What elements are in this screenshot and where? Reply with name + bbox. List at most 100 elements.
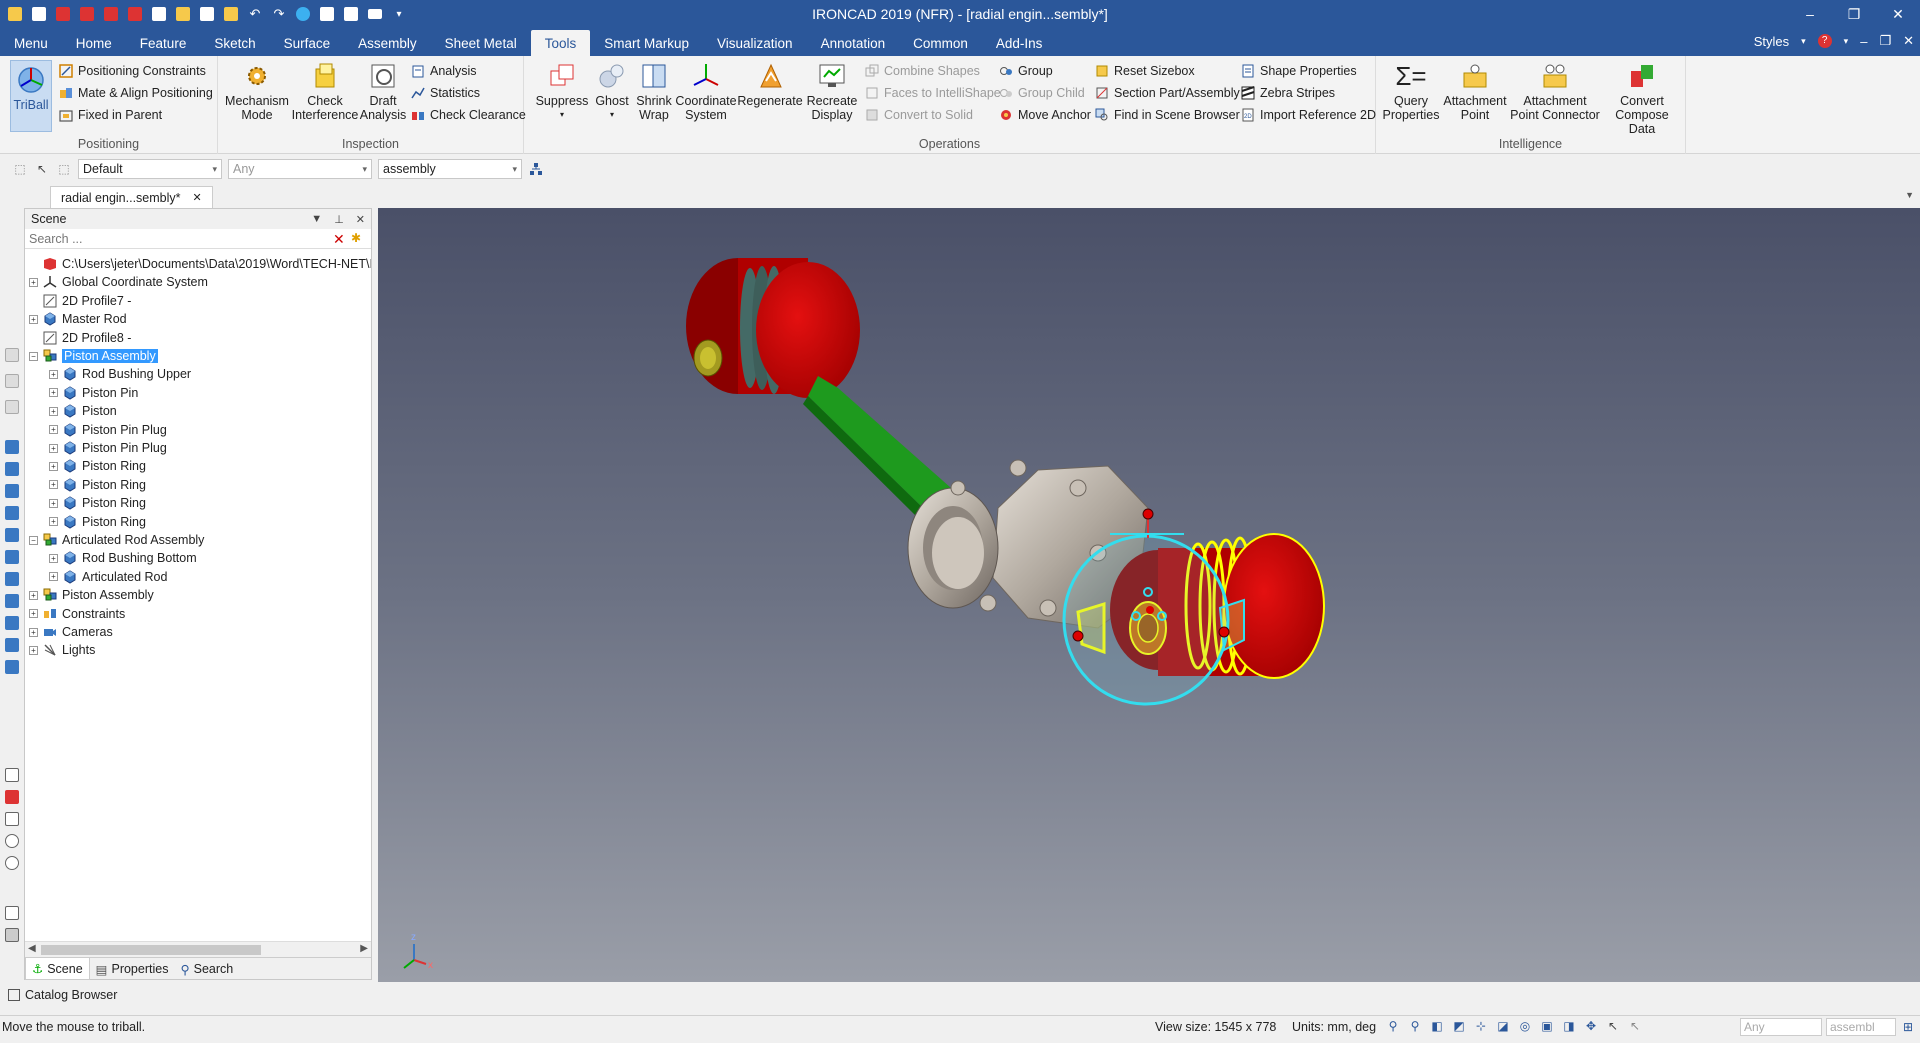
strip-view7-icon[interactable] [5,572,19,586]
status-hierarchy-icon[interactable]: ⊞ [1900,1019,1916,1035]
status-filter-combo[interactable]: Any [1740,1018,1822,1036]
tab-menu[interactable]: Menu [0,30,62,56]
tree-node[interactable]: + Piston Assembly [29,586,154,604]
doc-minimize-icon[interactable]: – [1860,34,1867,49]
layout-icon[interactable] [340,3,362,25]
tab-annotation[interactable]: Annotation [807,30,900,56]
doc-close-icon[interactable]: ✕ [1903,33,1914,49]
open-icon[interactable] [172,3,194,25]
tree-expand-icon[interactable]: + [49,480,58,490]
ghost-button[interactable]: Ghost ▾ [592,60,632,122]
tree-expand-icon[interactable]: + [49,369,58,379]
tree-expand-icon[interactable]: + [29,645,38,655]
level-combo[interactable]: assembly ▾ [378,159,522,179]
tree-node[interactable]: + Rod Bushing Bottom [49,549,197,567]
check-clearance-button[interactable]: Check Clearance [410,105,526,125]
select-filter-icon[interactable]: ⬚ [12,161,28,177]
tree-node[interactable]: + Lights [29,641,95,659]
zoom-icon[interactable]: ⚲ [1407,1018,1423,1034]
strip-view8-icon[interactable] [5,594,19,608]
panel-tab-scene[interactable]: ⚓ Scene [25,958,90,980]
strip-line-icon[interactable] [5,906,19,920]
strip-measure-icon[interactable] [5,768,19,782]
coordinate-system-button[interactable]: Coordinate System [675,60,737,122]
strip-triangle-icon[interactable] [5,812,19,826]
view-menu-icon[interactable] [364,3,386,25]
restore-button[interactable]: ❐ [1832,0,1876,28]
strip-view11-icon[interactable] [5,660,19,674]
tab-sketch[interactable]: Sketch [200,30,269,56]
pan-icon[interactable]: ✥ [1583,1018,1599,1034]
panel-dropdown-icon[interactable]: ▼ [311,213,322,226]
pointer-icon[interactable]: ↖ [34,161,50,177]
hierarchy-icon[interactable] [528,161,544,177]
styles-dropdown[interactable]: Styles [1754,34,1789,49]
tree-node[interactable]: + Constraints [29,605,125,623]
tree-node[interactable]: + Piston Ring [49,513,146,531]
new-drawing-icon[interactable] [76,3,98,25]
doc-tabs-menu-icon[interactable]: ▼ [1905,190,1914,200]
tree-expand-icon[interactable]: + [49,443,58,453]
import-reference-button[interactable]: 2D Import Reference 2D [1240,105,1376,125]
query-properties-button[interactable]: Σ= Query Properties [1380,60,1442,122]
tree-node[interactable]: + Piston Ring [49,494,146,512]
tree-node[interactable]: + Global Coordinate System [29,273,208,291]
new-part-icon[interactable] [52,3,74,25]
section-view-icon[interactable]: ◪ [1495,1018,1511,1034]
tab-sheet-metal[interactable]: Sheet Metal [431,30,531,56]
strip-view10-icon[interactable] [5,638,19,652]
tree-node[interactable]: 2D Profile7 - [29,292,131,310]
tree-node[interactable]: + Articulated Rod [49,568,167,586]
group-child-button[interactable]: Group Child [998,83,1085,103]
tree-node[interactable]: + Piston Ring [49,476,146,494]
filter-combo[interactable]: Any ▾ [228,159,372,179]
help-icon[interactable]: ? [1817,34,1832,48]
upper-piston[interactable] [686,258,860,398]
tree-node[interactable]: + Piston Pin Plug [49,421,167,439]
minimize-button[interactable]: – [1788,0,1832,28]
tree-collapse-icon[interactable]: − [29,351,38,361]
strip-rotate-icon[interactable] [5,856,19,870]
document-tab-close-icon[interactable]: ✕ [193,191,202,204]
scroll-thumb[interactable] [41,945,261,955]
ribbon-options-icon[interactable]: ▾ [1844,36,1849,47]
tree-node[interactable]: + Piston Ring [49,457,146,475]
tree-expand-icon[interactable]: + [29,590,38,600]
faces-to-intellishape-button[interactable]: Faces to IntelliShape [864,83,1001,103]
strip-ruler-icon[interactable] [5,928,19,942]
tab-smart-markup[interactable]: Smart Markup [590,30,703,56]
tab-add-ins[interactable]: Add-Ins [982,30,1057,56]
scene-search-box[interactable]: Search ... ✕ ✱ [25,229,371,249]
tree-node[interactable]: + Piston [49,402,117,420]
tree-node[interactable]: + Master Rod [29,310,127,328]
tab-surface[interactable]: Surface [270,30,345,56]
group-button[interactable]: Group [998,61,1053,81]
tab-common[interactable]: Common [899,30,982,56]
convert-to-solid-button[interactable]: Convert to Solid [864,105,973,125]
regenerate-button[interactable]: Regenerate [737,60,803,108]
customize-qat-icon[interactable]: ▾ [388,3,410,25]
shape-properties-button[interactable]: Shape Properties [1240,61,1357,81]
new-sheet-icon[interactable] [124,3,146,25]
tree-expand-icon[interactable]: + [29,314,38,324]
close-button[interactable]: ✕ [1876,0,1920,28]
catalog-browser-toggle[interactable]: Catalog Browser [0,985,380,1005]
strip-view9-icon[interactable] [5,616,19,630]
strip-view2-icon[interactable] [5,462,19,476]
styles-chevron-icon[interactable]: ▾ [1801,36,1806,47]
save-icon[interactable] [148,3,170,25]
clear-search-icon[interactable]: ✕ [333,231,349,247]
panel-tab-properties[interactable]: ▤ Properties [90,958,175,980]
strip-view1-icon[interactable] [5,440,19,454]
tab-visualization[interactable]: Visualization [703,30,807,56]
strip-view6-icon[interactable] [5,550,19,564]
zoom-fit-icon[interactable]: ⚲ [1385,1018,1401,1034]
tree-node[interactable]: + Piston Pin Plug [49,439,167,457]
strip-sketch-icon[interactable] [5,348,19,362]
tree-horizontal-scrollbar[interactable]: ◀ ▶ [25,941,371,957]
search-filter-icon[interactable]: ✱ [351,231,367,247]
tree-node[interactable]: C:\Users\jeter\Documents\Data\2019\Word\… [29,255,371,273]
strip-view3-icon[interactable] [5,484,19,498]
check-interference-button[interactable]: Check Interference [292,60,358,122]
tab-home[interactable]: Home [62,30,126,56]
